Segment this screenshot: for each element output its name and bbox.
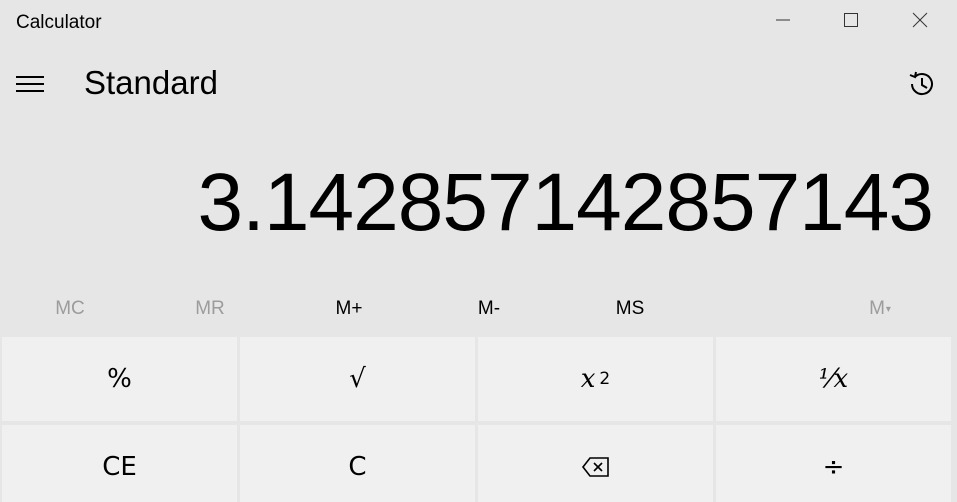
maximize-icon bbox=[844, 13, 858, 27]
history-icon bbox=[909, 71, 933, 96]
backspace-icon bbox=[581, 457, 609, 477]
square-root-label: √ bbox=[349, 364, 366, 394]
backspace-button[interactable] bbox=[478, 425, 713, 502]
memory-subtract-button[interactable]: M- bbox=[419, 290, 559, 328]
divide-button[interactable]: ÷ bbox=[716, 425, 951, 502]
minimize-button[interactable] bbox=[750, 0, 816, 40]
memory-store-button[interactable]: MS bbox=[560, 290, 700, 328]
calculator-window: Calculator Standard 3.142857142857143 MC… bbox=[0, 0, 957, 502]
memory-list-button[interactable]: M ▾ bbox=[810, 290, 950, 328]
divide-label: ÷ bbox=[822, 452, 845, 482]
memory-add-button[interactable]: M+ bbox=[279, 290, 419, 328]
maximize-button[interactable] bbox=[818, 0, 884, 40]
close-icon bbox=[912, 12, 928, 28]
minimize-icon bbox=[776, 19, 790, 21]
navigation-menu-button[interactable] bbox=[10, 66, 50, 102]
memory-clear-button[interactable]: MC bbox=[0, 290, 140, 328]
clear-label: C bbox=[348, 452, 367, 482]
clear-entry-button[interactable]: CE bbox=[2, 425, 237, 502]
square-button[interactable]: x2 bbox=[478, 337, 713, 421]
square-root-button[interactable]: √ bbox=[240, 337, 475, 421]
percent-label: % bbox=[107, 364, 132, 394]
reciprocal-button[interactable]: ⅟x bbox=[716, 337, 951, 421]
memory-recall-button[interactable]: MR bbox=[140, 290, 280, 328]
square-base-label: x bbox=[580, 364, 596, 394]
result-display: 3.142857142857143 bbox=[197, 157, 934, 248]
window-title: Calculator bbox=[16, 12, 102, 33]
mode-title: Standard bbox=[84, 64, 218, 101]
hamburger-icon bbox=[16, 76, 44, 92]
history-button[interactable] bbox=[900, 62, 944, 106]
chevron-down-icon: ▾ bbox=[885, 303, 891, 315]
title-bar: Calculator bbox=[0, 0, 957, 48]
close-button[interactable] bbox=[887, 0, 953, 40]
memory-row: MC MR M+ M- MS M ▾ bbox=[0, 290, 957, 328]
percent-button[interactable]: % bbox=[2, 337, 237, 421]
memory-list-label: M bbox=[869, 298, 885, 319]
keypad: % √ x2 ⅟x CE C ÷ bbox=[0, 335, 957, 502]
square-exponent-label: 2 bbox=[599, 369, 611, 389]
reciprocal-label: ⅟x bbox=[818, 364, 849, 394]
clear-entry-label: CE bbox=[102, 452, 137, 482]
clear-button[interactable]: C bbox=[240, 425, 475, 502]
